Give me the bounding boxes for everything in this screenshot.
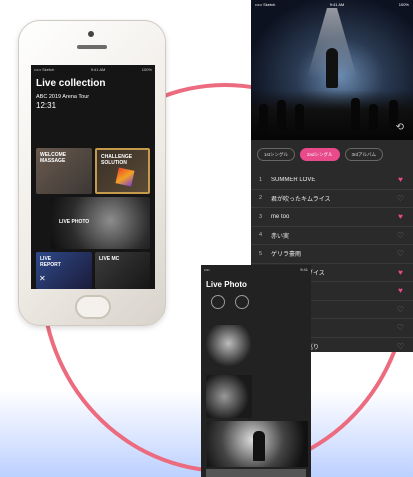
camera-icon xyxy=(88,31,94,37)
collection-icon[interactable] xyxy=(211,295,225,309)
track-number: 5 xyxy=(259,250,263,257)
live-photo-tile[interactable]: LIVE PHOTO xyxy=(51,197,150,249)
status-carrier: •••• xyxy=(204,267,210,272)
tab-3rd-album[interactable]: 3rdアルバム xyxy=(344,148,383,161)
status-bar: •••• 9:41 xyxy=(201,265,311,273)
tile-label: LIVE PHOTO xyxy=(59,219,90,225)
cube-icon xyxy=(115,167,135,187)
live-photo-thumbnail[interactable] xyxy=(207,421,308,467)
track-title: 君が吹ったキムライス xyxy=(271,196,331,203)
event-time: 12:31 xyxy=(36,101,57,110)
live-mc-tile[interactable]: LIVE MC xyxy=(95,252,150,289)
live-photo-screen: •••• 9:41 Live Photo xyxy=(201,265,311,477)
refresh-icon[interactable]: ⟲ xyxy=(396,122,404,133)
track-row[interactable]: 5 ゲリラ豪雨 ♡ xyxy=(251,245,413,264)
heart-icon[interactable]: ♥ xyxy=(396,286,405,295)
status-time: 9:41 xyxy=(300,267,308,272)
message-icon[interactable] xyxy=(235,295,249,309)
heart-icon[interactable]: ♥ xyxy=(396,175,405,184)
track-number: 4 xyxy=(259,232,263,239)
tab-2nd-single[interactable]: 2ndシングル xyxy=(300,148,340,161)
status-bar: ••••• Sketch 9:41 AM 100% xyxy=(31,65,155,73)
tile-label: WELCOME MASSAGE xyxy=(40,152,67,164)
track-title: SUMMER LOVE xyxy=(271,176,316,183)
track-number: 1 xyxy=(259,176,263,183)
status-carrier: ••••• Sketch xyxy=(255,2,276,7)
heart-icon[interactable]: ♡ xyxy=(396,231,405,240)
home-button[interactable] xyxy=(75,295,111,319)
track-row[interactable]: 1 SUMMER LOVE ♥ xyxy=(251,171,413,190)
live-collection-screen: ••••• Sketch 9:41 AM 100% Live collectio… xyxy=(31,65,155,289)
live-photo-thumbnail[interactable] xyxy=(206,325,251,371)
track-title: me too xyxy=(271,213,290,220)
iphone-mockup: ••••• Sketch 9:41 AM 100% Live collectio… xyxy=(18,20,166,326)
close-icon[interactable]: ✕ xyxy=(39,274,46,283)
speaker-slot xyxy=(77,45,107,49)
heart-icon[interactable]: ♡ xyxy=(396,194,405,203)
welcome-message-tile[interactable]: WELCOME MASSAGE xyxy=(36,148,92,194)
live-report-tile[interactable]: LIVE REPORT xyxy=(36,252,92,289)
live-photo-thumbnail[interactable] xyxy=(206,375,252,418)
event-tour: ABC 2019 Arena Tour xyxy=(36,94,90,100)
tile-label: LIVE REPORT xyxy=(40,256,61,268)
track-row[interactable]: 4 赤い実 ♡ xyxy=(251,227,413,245)
status-bar: ••••• Sketch 9:41 AM 100% xyxy=(251,0,413,8)
crowd-silhouette xyxy=(251,90,413,140)
status-time: 9:41 AM xyxy=(90,67,106,72)
tile-label: LIVE MC xyxy=(99,256,120,262)
event-info: ABC 2019 Arena Tour 12:31 xyxy=(36,93,148,110)
page-title: Live collection xyxy=(36,78,106,89)
status-battery: 100% xyxy=(141,67,152,72)
tile-label: CHALLENGE SOLUTION xyxy=(101,154,133,166)
status-carrier: ••••• Sketch xyxy=(34,67,55,72)
live-photo-thumbnail[interactable] xyxy=(206,469,306,477)
track-row[interactable]: 3 me too ♥ xyxy=(251,208,413,227)
guitarist-silhouette xyxy=(253,431,265,461)
heart-icon[interactable]: ♥ xyxy=(396,212,405,221)
track-row[interactable]: 2 君が吹ったキムライス ♡ xyxy=(251,190,413,208)
track-title: 赤い実 xyxy=(271,233,290,240)
challenge-solution-tile[interactable]: CHALLENGE SOLUTION xyxy=(95,148,150,194)
track-number: 2 xyxy=(259,195,263,202)
status-battery: 100% xyxy=(398,2,409,7)
track-title: ゲリラ豪雨 xyxy=(271,252,302,259)
heart-icon[interactable]: ♡ xyxy=(396,323,405,332)
track-number: 3 xyxy=(259,213,263,220)
heart-icon[interactable]: ♡ xyxy=(396,305,405,314)
promo-canvas: ••••• Sketch 9:41 AM 100% Live collectio… xyxy=(0,0,413,477)
heart-icon[interactable]: ♡ xyxy=(396,342,405,351)
page-title: Live Photo xyxy=(206,280,247,289)
album-tabs: 1stシングル 2ndシングル 3rdアルバム xyxy=(251,148,413,164)
concert-hero-image: ••••• Sketch 9:41 AM 100% ⟲ xyxy=(251,0,413,140)
tab-1st-single[interactable]: 1stシングル xyxy=(257,148,296,161)
heart-icon[interactable]: ♥ xyxy=(396,268,405,277)
heart-icon[interactable]: ♡ xyxy=(396,249,405,258)
performer-silhouette xyxy=(326,48,338,88)
status-time: 9:41 AM xyxy=(329,2,345,7)
